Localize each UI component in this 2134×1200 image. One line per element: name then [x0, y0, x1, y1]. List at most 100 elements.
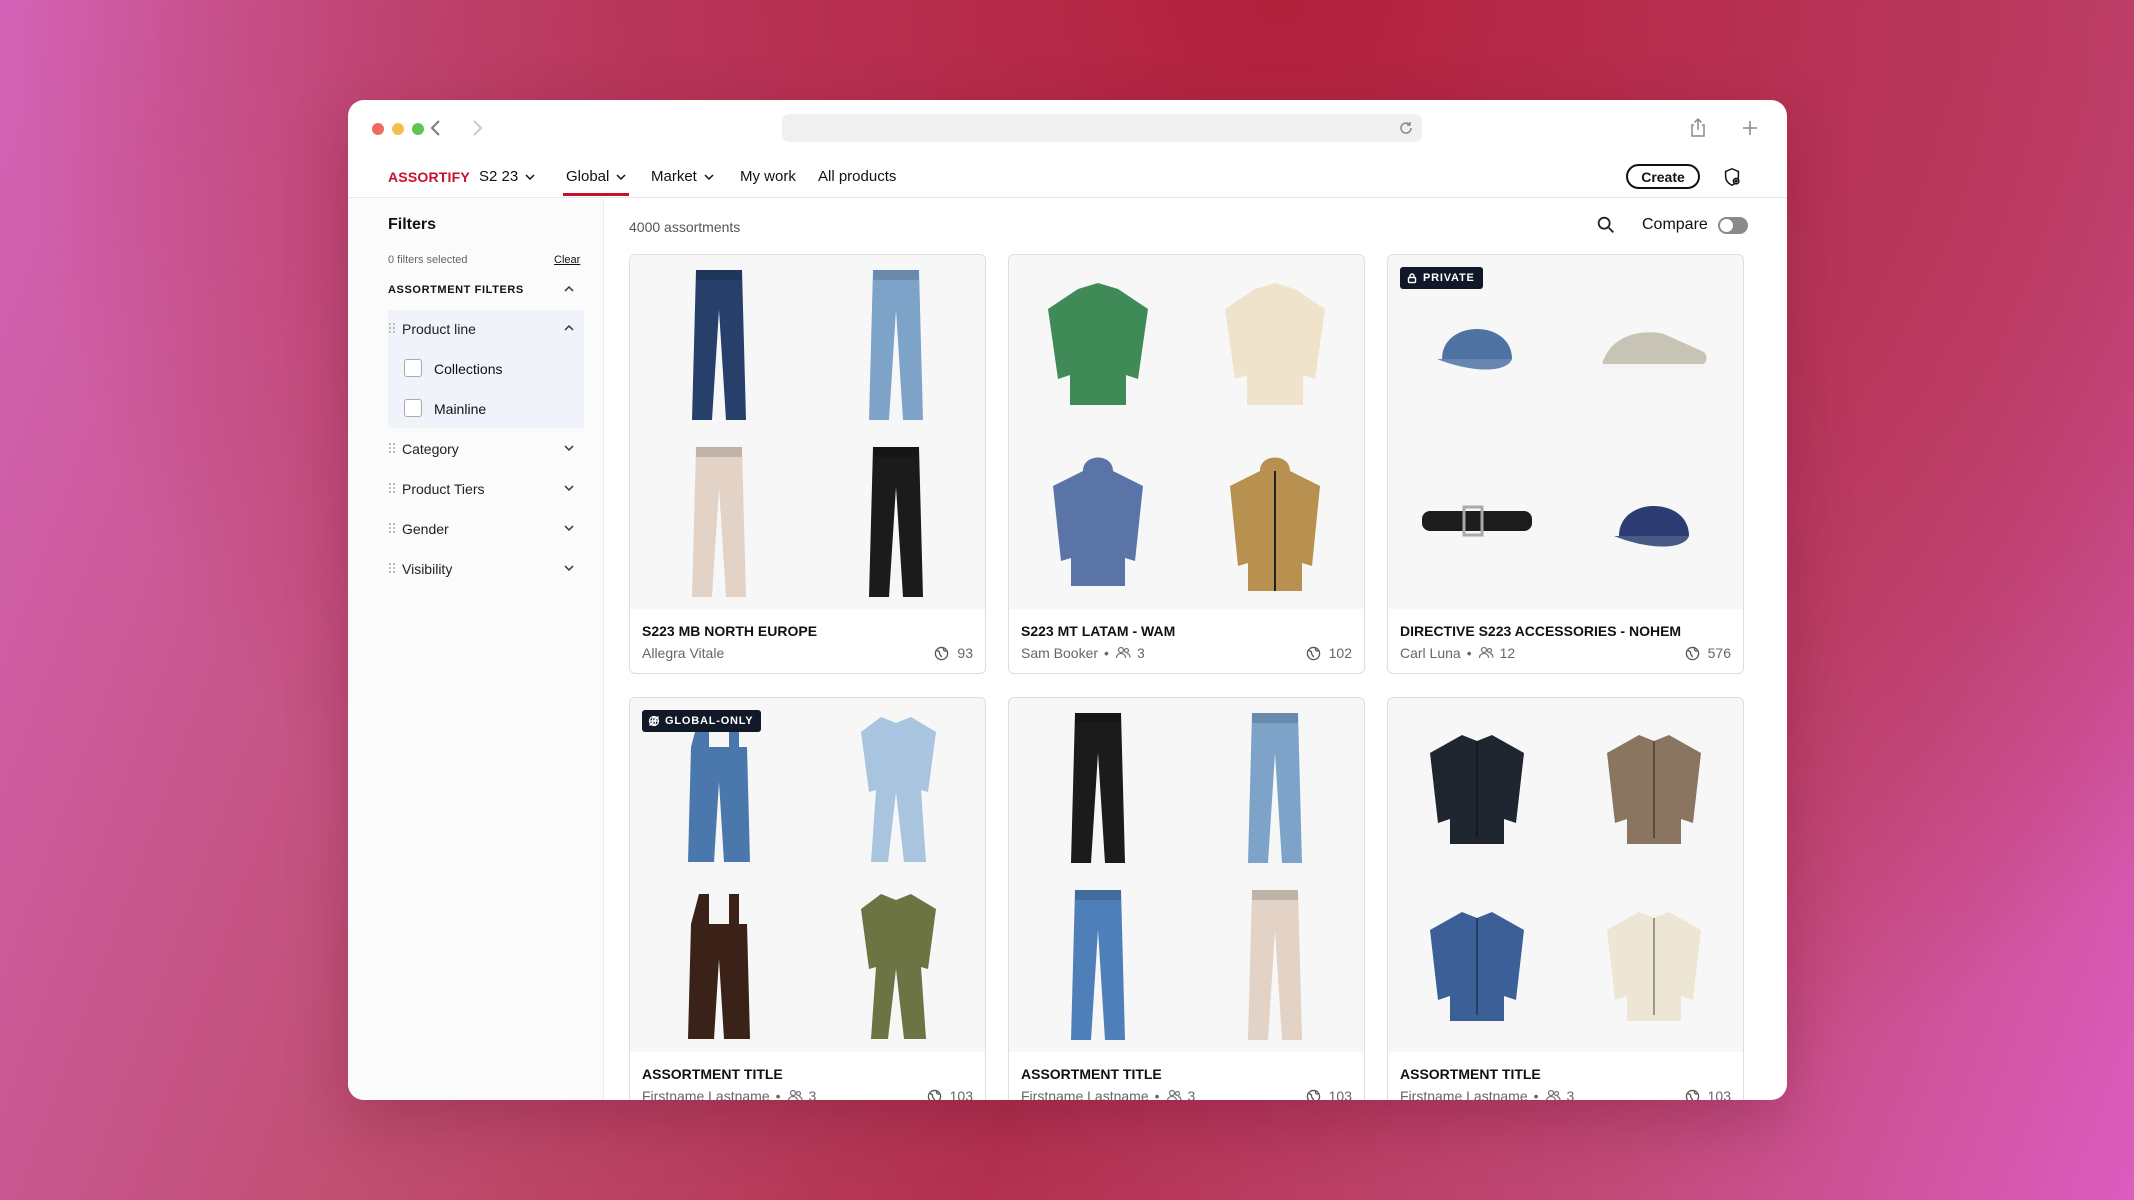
- forward-arrow-icon[interactable]: [465, 116, 489, 140]
- nav-my-work[interactable]: My work: [740, 168, 796, 185]
- drag-handle-icon[interactable]: [388, 562, 396, 574]
- product-count-value: 93: [957, 645, 973, 661]
- toggle-knob: [1720, 219, 1733, 232]
- nav-global[interactable]: Global: [566, 168, 627, 185]
- product-count: 103: [927, 1088, 973, 1100]
- maximize-window-button[interactable]: [412, 123, 424, 135]
- product-count: 93: [934, 645, 973, 661]
- assortment-meta: Firstname Lastname • 3: [642, 1088, 816, 1100]
- chevron-down-icon: [564, 525, 574, 532]
- shield-settings-icon[interactable]: [1721, 166, 1743, 188]
- jeans-mid-image: [1070, 889, 1125, 1040]
- nav-market[interactable]: Market: [651, 168, 715, 185]
- brand-logo[interactable]: ASSORTIFY: [388, 169, 470, 185]
- product-image-grid: [1009, 255, 1364, 609]
- filters-title: Filters: [388, 216, 437, 233]
- lock-icon: [1407, 273, 1417, 284]
- jeans-light-image: [869, 269, 924, 420]
- nav-market-label: Market: [651, 168, 697, 185]
- filter-product-line[interactable]: Product line: [388, 319, 575, 343]
- filter-gender[interactable]: Gender: [388, 519, 575, 543]
- product-image-grid: [630, 255, 985, 609]
- assortment-card[interactable]: S223 MB NORTH EUROPE Allegra Vitale 93: [629, 254, 986, 674]
- product-image-grid: [1009, 698, 1364, 1052]
- filter-category[interactable]: Category: [388, 439, 575, 463]
- app-header: ASSORTIFY S2 23 Global Market My work Al…: [348, 156, 1787, 198]
- minimize-window-button[interactable]: [392, 123, 404, 135]
- owner-name: Firstname Lastname: [1021, 1088, 1149, 1100]
- drag-handle-icon[interactable]: [388, 522, 396, 534]
- assortment-card[interactable]: ASSORTMENT TITLE Firstname Lastname • 3 103: [1008, 697, 1365, 1100]
- browser-toolbar: [348, 100, 1787, 156]
- chevron-down-icon: [564, 485, 574, 492]
- assortment-filters-title: ASSORTMENT FILTERS: [388, 284, 524, 296]
- assortment-count: 4000 assortments: [629, 219, 741, 235]
- jeans-ecru-image: [691, 446, 746, 597]
- member-count: 3: [1187, 1088, 1196, 1100]
- drag-handle-icon[interactable]: [388, 322, 396, 334]
- season-selector[interactable]: S2 23: [479, 168, 536, 185]
- share-icon[interactable]: [1686, 116, 1710, 140]
- globe-icon: [1306, 646, 1320, 660]
- collections-checkbox[interactable]: [404, 359, 422, 377]
- jacket-tan-image: [1230, 457, 1321, 591]
- product-thumbnail: [1566, 875, 1744, 1052]
- new-tab-icon[interactable]: [1738, 116, 1762, 140]
- globe-icon: [1685, 646, 1699, 660]
- assortment-filters-header[interactable]: ASSORTMENT FILTERS: [388, 284, 575, 296]
- filters-selected-count: 0 filters selected: [388, 254, 468, 266]
- back-arrow-icon[interactable]: [424, 116, 448, 140]
- product-count-value: 576: [1707, 645, 1731, 661]
- sherpa-denim-image: [1429, 911, 1524, 1021]
- search-icon[interactable]: [1595, 214, 1617, 236]
- people-icon: [1115, 646, 1131, 659]
- assortment-card[interactable]: ASSORTMENT TITLE Firstname Lastname • 3 103: [1387, 697, 1744, 1100]
- mainline-checkbox[interactable]: [404, 399, 422, 417]
- assortment-card[interactable]: GLOBAL-ONLY ASSORTMENT TITLE Firstname Las…: [629, 697, 986, 1100]
- product-count: 576: [1685, 645, 1731, 661]
- reload-icon[interactable]: [1398, 120, 1414, 136]
- create-button[interactable]: Create: [1626, 164, 1700, 189]
- product-thumbnail: [1009, 698, 1187, 875]
- close-window-button[interactable]: [372, 123, 384, 135]
- assortment-title: S223 MT LATAM - WAM: [1021, 623, 1176, 639]
- product-count-value: 103: [1707, 1088, 1731, 1100]
- sweatshirt-cream-image: [1225, 282, 1326, 405]
- jeans-ecru-image: [1248, 889, 1303, 1040]
- chevron-down-icon: [616, 173, 626, 180]
- nav-all-products[interactable]: All products: [818, 168, 896, 185]
- season-label: S2 23: [479, 168, 519, 185]
- drag-handle-icon[interactable]: [388, 482, 396, 494]
- product-image-grid: [1388, 255, 1743, 609]
- product-thumbnail: [808, 255, 986, 432]
- product-image-grid: [630, 698, 985, 1052]
- compare-toggle[interactable]: [1718, 217, 1748, 234]
- drag-handle-icon[interactable]: [388, 442, 396, 454]
- assortment-title: S223 MB NORTH EUROPE: [642, 623, 818, 639]
- chevron-down-icon: [704, 173, 714, 180]
- option-collections-label: Collections: [434, 361, 503, 377]
- jumpsuit-light-image: [861, 716, 937, 862]
- sherpa-cream-image: [1607, 911, 1702, 1021]
- assortment-card[interactable]: PRIVATE DIRECTIVE S223 ACCESSORIES - NOHE…: [1387, 254, 1744, 674]
- product-thumbnail: [630, 875, 808, 1052]
- product-thumbnail: [808, 432, 986, 609]
- badge-label: GLOBAL-ONLY: [665, 715, 754, 727]
- globe-icon: [1306, 1089, 1320, 1100]
- clear-filters-link[interactable]: Clear: [554, 254, 580, 266]
- filter-product-tiers[interactable]: Product Tiers: [388, 479, 575, 503]
- belt-black-image: [1421, 505, 1532, 536]
- product-thumbnail: [1388, 875, 1566, 1052]
- address-bar[interactable]: [782, 114, 1422, 142]
- filter-visibility[interactable]: Visibility: [388, 559, 575, 583]
- product-thumbnail: [1187, 875, 1365, 1052]
- assortment-meta: Sam Booker • 3: [1021, 645, 1145, 661]
- product-thumbnail: [1566, 255, 1744, 432]
- cap-navy-image: [1614, 505, 1690, 546]
- hoodie-blue-image: [1052, 457, 1143, 586]
- assortment-card[interactable]: S223 MT LATAM - WAM Sam Booker • 3 102: [1008, 254, 1365, 674]
- trucker-black-image: [1429, 734, 1524, 844]
- member-count: 3: [808, 1088, 817, 1100]
- owner-name: Allegra Vitale: [642, 645, 725, 661]
- product-thumbnail: [1187, 255, 1365, 432]
